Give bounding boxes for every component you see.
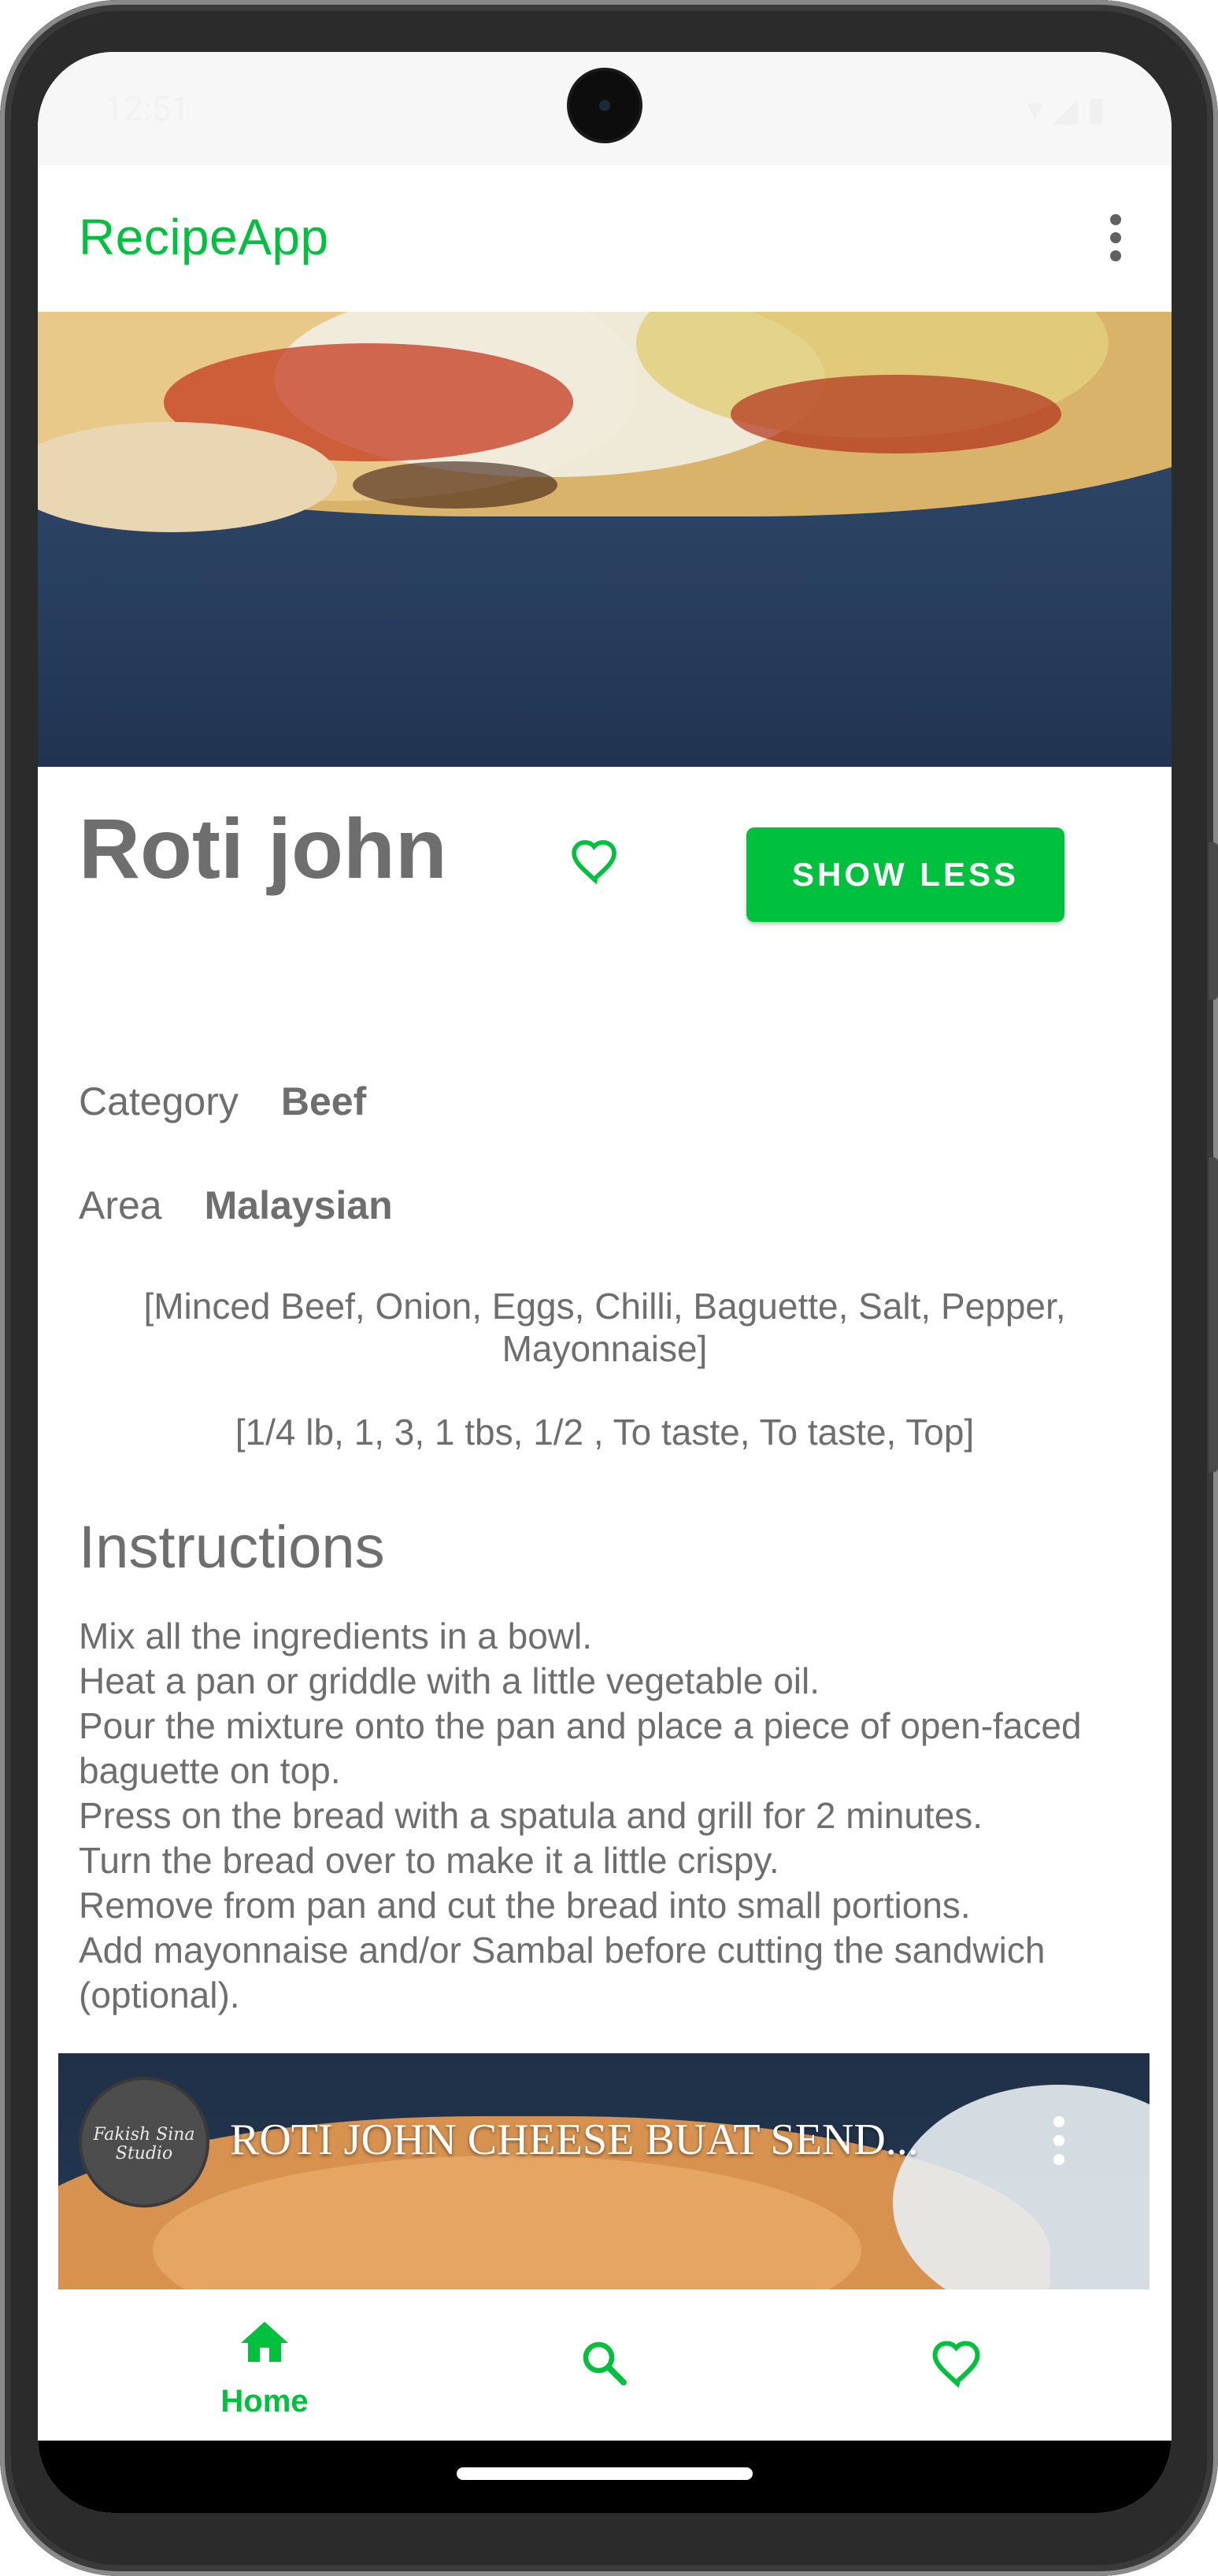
heart-outline-icon <box>932 2341 980 2389</box>
nav-item-search[interactable] <box>510 2289 699 2441</box>
system-navigation-bar <box>38 2441 1172 2513</box>
battery-icon: ▮ <box>1087 91 1105 128</box>
heart-outline-icon[interactable] <box>567 835 624 888</box>
category-row: Category Beef <box>79 1079 366 1124</box>
category-value: Beef <box>280 1079 367 1123</box>
youtube-video[interactable]: Fakish Sina Studio ROTI JOHN CHEESE BUAT… <box>58 2053 1150 2289</box>
app-bar: RecipeApp <box>38 165 1172 312</box>
show-less-button[interactable]: SHOW LESS <box>746 827 1064 922</box>
instructions-heading: Instructions <box>79 1514 385 1581</box>
nav-label-home: Home <box>220 2384 309 2419</box>
instructions-text: Mix all the ingredients in a bowl. Heat … <box>79 1616 1082 2015</box>
area-row: Area Malaysian <box>79 1183 393 1228</box>
measures-list: [1/4 lb, 1, 3, 1 tbs, 1/2 , To taste, To… <box>235 1412 975 1453</box>
meal-image <box>38 312 1172 767</box>
signal-icon: ◢ <box>1052 91 1079 128</box>
bottom-navigation: Home <box>38 2289 1172 2441</box>
status-icons: ▾ ◢ ▮ <box>1027 90 1105 128</box>
channel-logo-text: Fakish Sina Studio <box>93 2125 195 2163</box>
front-camera <box>570 71 639 140</box>
power-button <box>1209 1157 1218 1472</box>
status-time: 12:51 <box>104 88 191 129</box>
area-value: Malaysian <box>204 1183 393 1227</box>
more-vert-icon[interactable] <box>1099 214 1131 261</box>
home-gesture-handle[interactable] <box>457 2467 753 2480</box>
phone-frame: 12:51 ▾ ◢ ▮ RecipeApp Roti john SHOW LES… <box>0 0 1218 2576</box>
app-title: RecipeApp <box>79 209 329 265</box>
category-label: Category <box>79 1079 239 1123</box>
meal-title: Roti john <box>79 801 447 896</box>
status-bar: 12:51 ▾ ◢ ▮ <box>38 52 1172 165</box>
ingredients-list: [Minced Beef, Onion, Eggs, Chilli, Bague… <box>143 1286 1066 1369</box>
screen: 12:51 ▾ ◢ ▮ RecipeApp Roti john SHOW LES… <box>38 52 1172 2513</box>
video-title[interactable]: ROTI JOHN CHEESE BUAT SEND... <box>230 2115 919 2165</box>
nav-item-home[interactable]: Home <box>170 2289 359 2441</box>
search-icon <box>583 2341 627 2385</box>
volume-button <box>1209 842 1218 1000</box>
area-label: Area <box>79 1183 162 1227</box>
more-vert-icon[interactable] <box>1047 2116 1071 2168</box>
wifi-icon: ▾ <box>1027 91 1044 128</box>
nav-item-favorites[interactable] <box>863 2289 1052 2441</box>
home-icon <box>241 2322 288 2362</box>
channel-avatar[interactable]: Fakish Sina Studio <box>79 2077 209 2208</box>
